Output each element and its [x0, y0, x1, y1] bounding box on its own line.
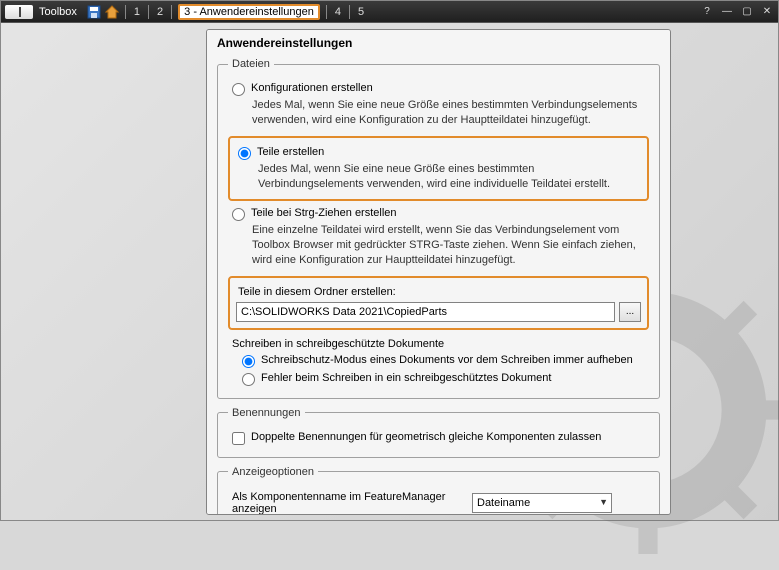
step-2[interactable]: 2	[155, 6, 165, 18]
radio-error-readonly-label: Fehler beim Schreiben in ein schreibgesc…	[261, 372, 551, 384]
step-5[interactable]: 5	[356, 6, 366, 18]
toolbar: 1 2 3 - Anwendereinstellungen 4 5	[87, 4, 366, 20]
radio-create-parts[interactable]: Teile erstellen	[238, 146, 643, 160]
radio-create-configs-input[interactable]	[232, 83, 245, 96]
radio-ctrl-drag[interactable]: Teile bei Strg-Ziehen erstellen	[232, 207, 649, 221]
naming-group: Benennungen Doppelte Benennungen für geo…	[217, 407, 660, 458]
app-title: Toolbox	[39, 6, 77, 18]
window-controls: ? — ▢ ✕	[700, 5, 774, 19]
files-group: Dateien Konfigurationen erstellen Jedes …	[217, 58, 660, 399]
radio-create-configs-label: Konfigurationen erstellen	[251, 82, 373, 94]
step-1[interactable]: 1	[132, 6, 142, 18]
files-legend: Dateien	[228, 58, 274, 70]
display-component-name-label: Als Komponentenname im FeatureManager an…	[232, 491, 464, 515]
radio-ctrl-drag-label: Teile bei Strg-Ziehen erstellen	[251, 207, 397, 219]
check-duplicate-names-label: Doppelte Benennungen für geometrisch gle…	[251, 431, 601, 443]
radio-remove-readonly-input[interactable]	[242, 355, 255, 368]
naming-legend: Benennungen	[228, 407, 305, 419]
folder-path-input[interactable]	[236, 302, 615, 322]
step-4[interactable]: 4	[333, 6, 343, 18]
minimize-icon[interactable]: —	[720, 5, 734, 19]
browse-button[interactable]: ...	[619, 302, 641, 322]
radio-error-readonly-input[interactable]	[242, 373, 255, 386]
select-component-name[interactable]	[472, 493, 612, 513]
panel-heading: Anwendereinstellungen	[207, 30, 670, 54]
radio-create-configs[interactable]: Konfigurationen erstellen	[232, 82, 649, 96]
folder-label: Teile in diesem Ordner erstellen:	[238, 286, 643, 298]
radio-create-parts-input[interactable]	[238, 147, 251, 160]
titlebar: Toolbox 1 2 3 - Anwendereinstellungen 4 …	[1, 1, 778, 23]
help-icon[interactable]: ?	[700, 5, 714, 19]
radio-create-parts-desc: Jedes Mal, wenn Sie eine neue Größe eine…	[258, 162, 643, 192]
radio-remove-readonly[interactable]: Schreibschutz-Modus eines Dokuments vor …	[242, 354, 649, 368]
radio-ctrl-drag-input[interactable]	[232, 208, 245, 221]
app-icon	[5, 5, 33, 19]
display-row-component-name: Als Komponentenname im FeatureManager an…	[232, 491, 645, 515]
display-legend: Anzeigeoptionen	[228, 466, 318, 478]
display-group: Anzeigeoptionen Als Komponentenname im F…	[217, 466, 660, 515]
check-duplicate-names[interactable]: Doppelte Benennungen für geometrisch gle…	[232, 431, 649, 445]
radio-create-configs-desc: Jedes Mal, wenn Sie eine neue Größe eine…	[252, 98, 649, 128]
write-readonly-label: Schreiben in schreibgeschützte Dokumente	[232, 338, 649, 350]
settings-panel: Anwendereinstellungen Dateien Konfigurat…	[206, 29, 671, 515]
radio-create-parts-label: Teile erstellen	[257, 146, 324, 158]
highlight-folder: Teile in diesem Ordner erstellen: ...	[228, 276, 649, 330]
step-3-active[interactable]: 3 - Anwendereinstellungen	[178, 4, 320, 20]
highlight-create-parts: Teile erstellen Jedes Mal, wenn Sie eine…	[228, 136, 649, 202]
radio-error-readonly[interactable]: Fehler beim Schreiben in ein schreibgesc…	[242, 372, 649, 386]
home-icon[interactable]	[105, 5, 119, 19]
window-frame: Toolbox 1 2 3 - Anwendereinstellungen 4 …	[0, 0, 779, 521]
save-icon[interactable]	[87, 5, 101, 19]
close-icon[interactable]: ✕	[760, 5, 774, 19]
maximize-icon[interactable]: ▢	[740, 5, 754, 19]
check-duplicate-names-input[interactable]	[232, 432, 245, 445]
radio-remove-readonly-label: Schreibschutz-Modus eines Dokuments vor …	[261, 354, 633, 366]
radio-ctrl-drag-desc: Eine einzelne Teildatei wird erstellt, w…	[252, 223, 649, 268]
